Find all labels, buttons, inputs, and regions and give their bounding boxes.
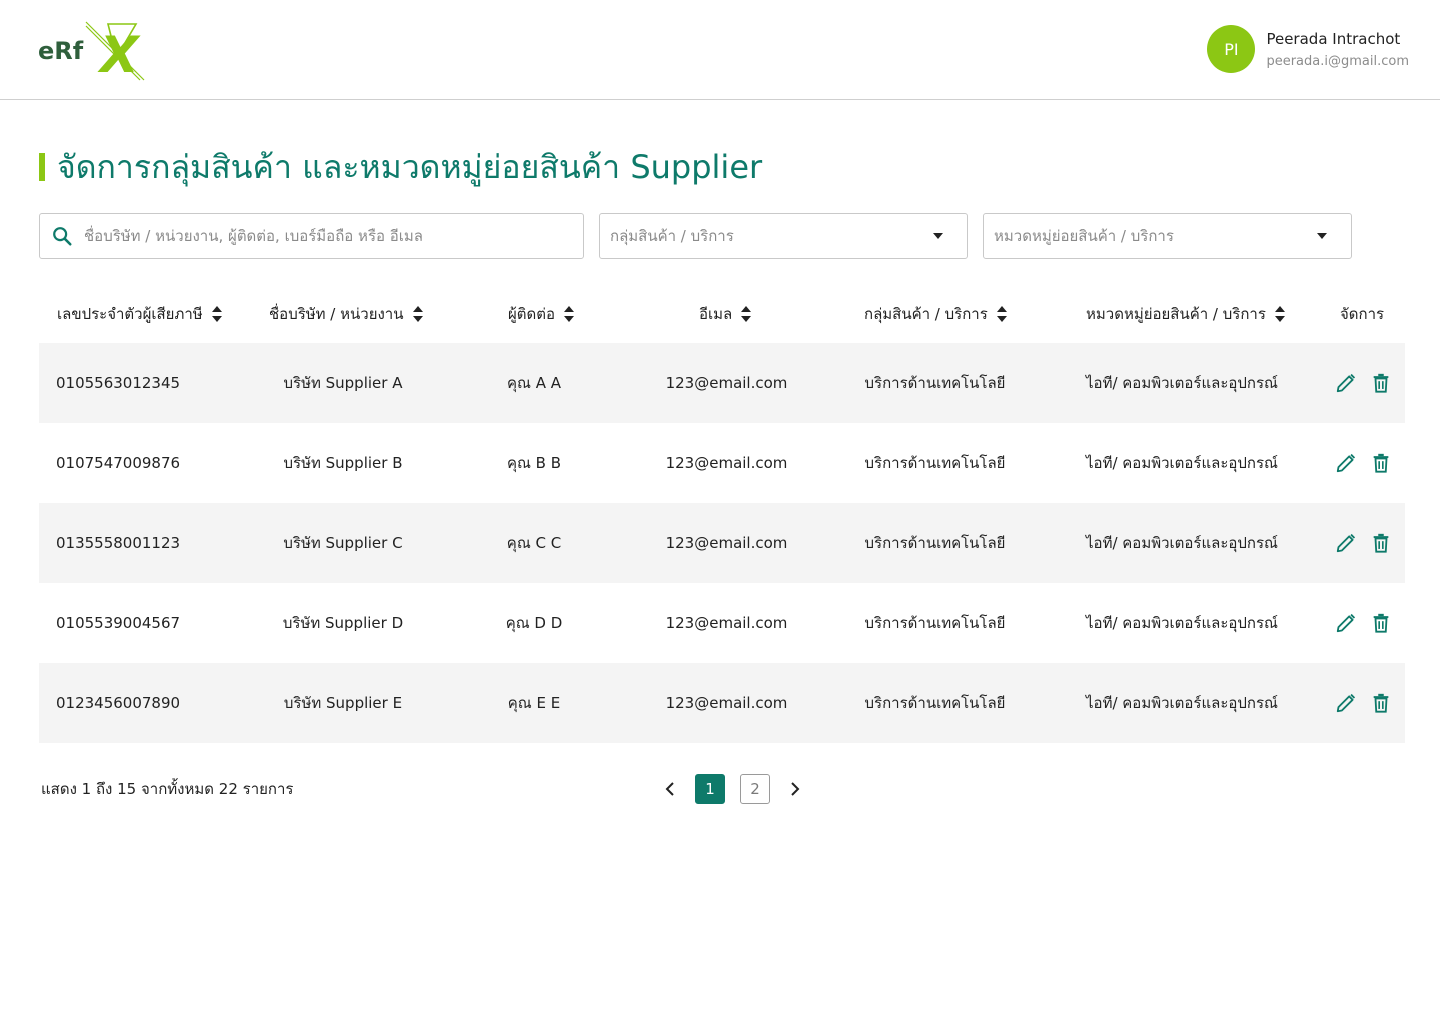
- cell-subcategory: ไอที/ คอมพิวเตอร์และอุปกรณ์: [1086, 534, 1278, 552]
- cell-contact: คุณ E E: [507, 694, 561, 712]
- page-button-2[interactable]: 2: [740, 774, 770, 804]
- cell-contact: คุณ A A: [506, 374, 561, 392]
- page-title-text: จัดการกลุ่มสินค้า และหมวดหมู่ย่อยสินค้า …: [57, 147, 763, 186]
- sort-icon[interactable]: [996, 305, 1007, 323]
- sort-icon[interactable]: [741, 305, 752, 323]
- chevron-right-icon: [791, 782, 800, 796]
- sort-icon[interactable]: [1274, 305, 1285, 323]
- user-email: peerada.i@gmail.com: [1266, 54, 1409, 69]
- edit-pencil-icon[interactable]: [1335, 692, 1357, 714]
- prev-page-button[interactable]: [660, 779, 680, 799]
- dropdown-arrow-icon: [933, 233, 943, 239]
- product-group-select[interactable]: กลุ่มสินค้า / บริการ: [599, 213, 968, 259]
- sort-icon[interactable]: [412, 305, 423, 323]
- cell-company: บริษัท Supplier C: [283, 534, 403, 552]
- table-row: 0107547009876 บริษัท Supplier B คุณ B B …: [39, 423, 1405, 503]
- chevron-left-icon: [665, 782, 674, 796]
- cell-email: 123@email.com: [665, 614, 788, 632]
- column-header-email[interactable]: อีเมล: [699, 284, 752, 343]
- avatar[interactable]: PI: [1207, 25, 1256, 73]
- table-row: 0105563012345 บริษัท Supplier A คุณ A A …: [39, 343, 1405, 423]
- table-row: 0123456007890 บริษัท Supplier E คุณ E E …: [39, 663, 1405, 743]
- dropdown-arrow-icon: [1317, 233, 1327, 239]
- cell-product-group: บริการด้านเทคโนโลยี: [864, 454, 1006, 472]
- product-group-placeholder: กลุ่มสินค้า / บริการ: [610, 227, 734, 245]
- cell-tax-id: 0105539004567: [56, 614, 181, 632]
- cell-contact: คุณ D D: [505, 614, 563, 632]
- row-actions: [1335, 663, 1405, 743]
- sort-icon[interactable]: [211, 305, 222, 323]
- cell-company: บริษัท Supplier E: [283, 694, 403, 712]
- column-header-contact[interactable]: ผู้ติดต่อ: [508, 284, 575, 343]
- cell-subcategory: ไอที/ คอมพิวเตอร์และอุปกรณ์: [1086, 694, 1278, 712]
- column-header-subcategory[interactable]: หมวดหมู่ย่อยสินค้า / บริการ: [1086, 284, 1285, 343]
- cell-company: บริษัท Supplier B: [283, 454, 403, 472]
- cell-product-group: บริการด้านเทคโนโลยี: [864, 534, 1006, 552]
- cell-subcategory: ไอที/ คอมพิวเตอร์และอุปกรณ์: [1086, 614, 1278, 632]
- cell-subcategory: ไอที/ คอมพิวเตอร์และอุปกรณ์: [1086, 374, 1278, 392]
- erfx-logo[interactable]: eRf X: [38, 18, 148, 82]
- svg-text:eRf: eRf: [38, 37, 84, 65]
- delete-trash-icon[interactable]: [1370, 372, 1392, 394]
- page-title: จัดการกลุ่มสินค้า และหมวดหมู่ย่อยสินค้า …: [39, 146, 762, 188]
- pagination: 1 2: [660, 774, 805, 804]
- cell-tax-id: 0105563012345: [56, 374, 181, 392]
- supplier-table: เลขประจำตัวผู้เสียภาษี ชื่อบริษัท / หน่ว…: [39, 284, 1405, 743]
- table-header: เลขประจำตัวผู้เสียภาษี ชื่อบริษัท / หน่ว…: [39, 284, 1405, 343]
- cell-tax-id: 0123456007890: [56, 694, 181, 712]
- cell-product-group: บริการด้านเทคโนโลยี: [864, 614, 1006, 632]
- user-name: Peerada Intrachot: [1266, 30, 1401, 48]
- delete-trash-icon[interactable]: [1370, 532, 1392, 554]
- row-actions: [1335, 343, 1405, 423]
- row-actions: [1335, 503, 1405, 583]
- column-header-tax-id[interactable]: เลขประจำตัวผู้เสียภาษี: [57, 284, 222, 343]
- edit-pencil-icon[interactable]: [1335, 532, 1357, 554]
- search-input[interactable]: ชื่อบริษัท / หน่วยงาน, ผู้ติดต่อ, เบอร์ม…: [39, 213, 584, 259]
- delete-trash-icon[interactable]: [1370, 692, 1392, 714]
- subcategory-placeholder: หมวดหมู่ย่อยสินค้า / บริการ: [994, 227, 1174, 245]
- next-page-button[interactable]: [785, 779, 805, 799]
- page-button-1[interactable]: 1: [695, 774, 725, 804]
- cell-contact: คุณ B B: [506, 454, 562, 472]
- column-header-product-group[interactable]: กลุ่มสินค้า / บริการ: [864, 284, 1007, 343]
- table-row: 0135558001123 บริษัท Supplier C คุณ C C …: [39, 503, 1405, 583]
- edit-pencil-icon[interactable]: [1335, 372, 1357, 394]
- search-icon: [53, 227, 72, 246]
- svg-text:X: X: [97, 26, 141, 82]
- cell-company: บริษัท Supplier D: [282, 614, 404, 632]
- cell-product-group: บริการด้านเทคโนโลยี: [864, 374, 1006, 392]
- edit-pencil-icon[interactable]: [1335, 452, 1357, 474]
- cell-tax-id: 0135558001123: [56, 534, 181, 552]
- cell-email: 123@email.com: [665, 694, 788, 712]
- cell-subcategory: ไอที/ คอมพิวเตอร์และอุปกรณ์: [1086, 454, 1278, 472]
- delete-trash-icon[interactable]: [1370, 452, 1392, 474]
- cell-company: บริษัท Supplier A: [283, 374, 403, 392]
- user-profile[interactable]: PI Peerada Intrachot peerada.i@gmail.com: [1207, 25, 1409, 73]
- edit-pencil-icon[interactable]: [1335, 612, 1357, 634]
- pagination-summary: แสดง 1 ถึง 15 จากทั้งหมด 22 รายการ: [41, 780, 294, 798]
- cell-product-group: บริการด้านเทคโนโลยี: [864, 694, 1006, 712]
- cell-email: 123@email.com: [665, 534, 788, 552]
- cell-contact: คุณ C C: [506, 534, 562, 552]
- table-row: 0105539004567 บริษัท Supplier D คุณ D D …: [39, 583, 1405, 663]
- top-header: eRf X PI Peerada Intrachot peerada.i@gma…: [0, 0, 1440, 100]
- search-placeholder: ชื่อบริษัท / หน่วยงาน, ผู้ติดต่อ, เบอร์ม…: [84, 227, 423, 245]
- cell-email: 123@email.com: [665, 454, 788, 472]
- column-header-company[interactable]: ชื่อบริษัท / หน่วยงาน: [269, 284, 423, 343]
- column-header-actions: จัดการ: [1340, 304, 1385, 323]
- title-accent-bar: [39, 153, 45, 181]
- sort-icon[interactable]: [564, 305, 575, 323]
- subcategory-select[interactable]: หมวดหมู่ย่อยสินค้า / บริการ: [983, 213, 1352, 259]
- row-actions: [1335, 583, 1405, 663]
- delete-trash-icon[interactable]: [1370, 612, 1392, 634]
- row-actions: [1335, 423, 1405, 503]
- cell-tax-id: 0107547009876: [56, 454, 181, 472]
- cell-email: 123@email.com: [665, 374, 788, 392]
